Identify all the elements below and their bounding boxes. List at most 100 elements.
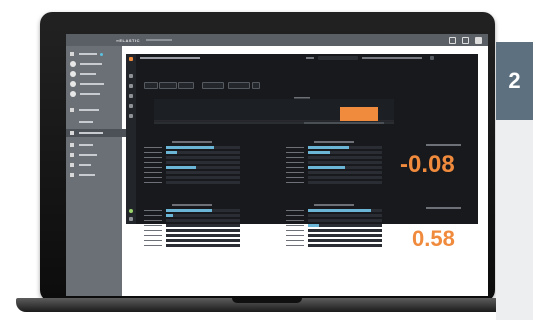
bar-track [166, 214, 240, 217]
bar-label [144, 176, 162, 178]
bar-label [286, 244, 304, 246]
dashboard-title [140, 57, 200, 59]
nav-icon[interactable] [129, 84, 133, 88]
date-range[interactable] [362, 57, 422, 59]
bar[interactable] [166, 209, 212, 212]
bar-label [144, 224, 162, 226]
sidebar-section-header[interactable] [70, 50, 103, 58]
bar-track [166, 151, 240, 154]
laptop-screen: ∞ELASTIC -0.08 0.58 [66, 34, 488, 296]
timeline-scroll-thumb[interactable] [304, 122, 384, 124]
laptop-notch [232, 298, 302, 303]
bar-label [286, 161, 304, 163]
bar-track [308, 244, 382, 247]
bar-label [144, 234, 162, 236]
bar-label [286, 166, 304, 168]
bar[interactable] [308, 151, 331, 154]
sidebar-item[interactable] [70, 141, 93, 149]
bar-label [286, 214, 304, 216]
bar-label [286, 176, 304, 178]
metric-value: 0.58 [412, 226, 455, 251]
close-icon[interactable] [475, 36, 482, 44]
bar-label [286, 209, 304, 211]
sidebar-item-active[interactable] [66, 129, 126, 137]
bar-track [308, 234, 382, 237]
sidebar-item[interactable] [70, 171, 95, 179]
bar-track [166, 229, 240, 232]
bar-label [286, 224, 304, 226]
bar-label [144, 209, 162, 211]
dashboard-rail [126, 54, 136, 224]
bar-track [166, 171, 240, 174]
bar[interactable] [166, 151, 178, 154]
bar[interactable] [166, 166, 196, 169]
chart-title [314, 141, 354, 143]
window-icon[interactable] [449, 36, 456, 44]
timeline-title [294, 97, 310, 99]
breadcrumb[interactable] [145, 39, 172, 41]
bar-track [166, 219, 240, 222]
bar-track [166, 176, 240, 179]
bar-label [144, 171, 162, 173]
bar-label [144, 161, 162, 163]
bar-label [286, 239, 304, 241]
bar-label [144, 151, 162, 153]
bar-track [308, 176, 382, 179]
nav-icon[interactable] [129, 74, 133, 78]
bar-label [144, 244, 162, 246]
bar[interactable] [308, 166, 345, 169]
time-picker[interactable] [318, 56, 358, 60]
bar-label [286, 229, 304, 231]
bar[interactable] [166, 146, 215, 149]
step-number: 2 [508, 68, 521, 93]
bar-track [308, 156, 382, 159]
chart-title [172, 141, 212, 143]
nav-icon[interactable] [129, 114, 133, 118]
nav-icon[interactable] [129, 94, 133, 98]
bar[interactable] [308, 224, 320, 227]
sidebar-item[interactable] [70, 80, 104, 88]
bar-track [166, 239, 240, 242]
bar-track [166, 224, 240, 227]
bar[interactable] [166, 214, 174, 217]
bar-label [286, 156, 304, 158]
sidebar-section-header[interactable] [70, 106, 99, 114]
bar-label [144, 229, 162, 231]
bar-label [144, 239, 162, 241]
user-icon[interactable] [462, 36, 469, 44]
bar-track [308, 171, 382, 174]
sidebar-item[interactable] [70, 90, 100, 98]
bar-label [286, 219, 304, 221]
metric-value: -0.08 [400, 151, 455, 178]
bar[interactable] [308, 209, 371, 212]
bar-track [166, 161, 240, 164]
bar[interactable] [308, 146, 349, 149]
app-logo: ∞ELASTIC [116, 37, 140, 43]
status-icon[interactable] [129, 209, 133, 213]
nav-icon[interactable] [129, 217, 133, 221]
badge-panel [496, 120, 533, 320]
bar-track [308, 161, 382, 164]
sidebar [66, 46, 126, 296]
nav-icon[interactable] [129, 104, 133, 108]
bar-label [144, 214, 162, 216]
chart-title [314, 204, 354, 206]
bar-label [144, 181, 162, 183]
sidebar-item[interactable] [70, 151, 97, 159]
bar-track [166, 181, 240, 184]
timeline-bar[interactable] [340, 107, 378, 121]
bar-track [308, 219, 382, 222]
bar-track [166, 156, 240, 159]
app-icon[interactable] [129, 57, 133, 61]
bar-track [308, 224, 382, 227]
sidebar-item[interactable] [70, 70, 96, 78]
refresh-icon[interactable] [430, 56, 434, 60]
header-control[interactable] [306, 57, 314, 59]
timeline-chart[interactable] [144, 87, 474, 139]
sidebar-item[interactable] [70, 161, 91, 169]
sidebar-item[interactable] [70, 118, 93, 126]
bar-track [166, 234, 240, 237]
metric-title [426, 207, 461, 209]
sidebar-item[interactable] [70, 60, 102, 68]
app-topbar: ∞ELASTIC [66, 34, 488, 46]
